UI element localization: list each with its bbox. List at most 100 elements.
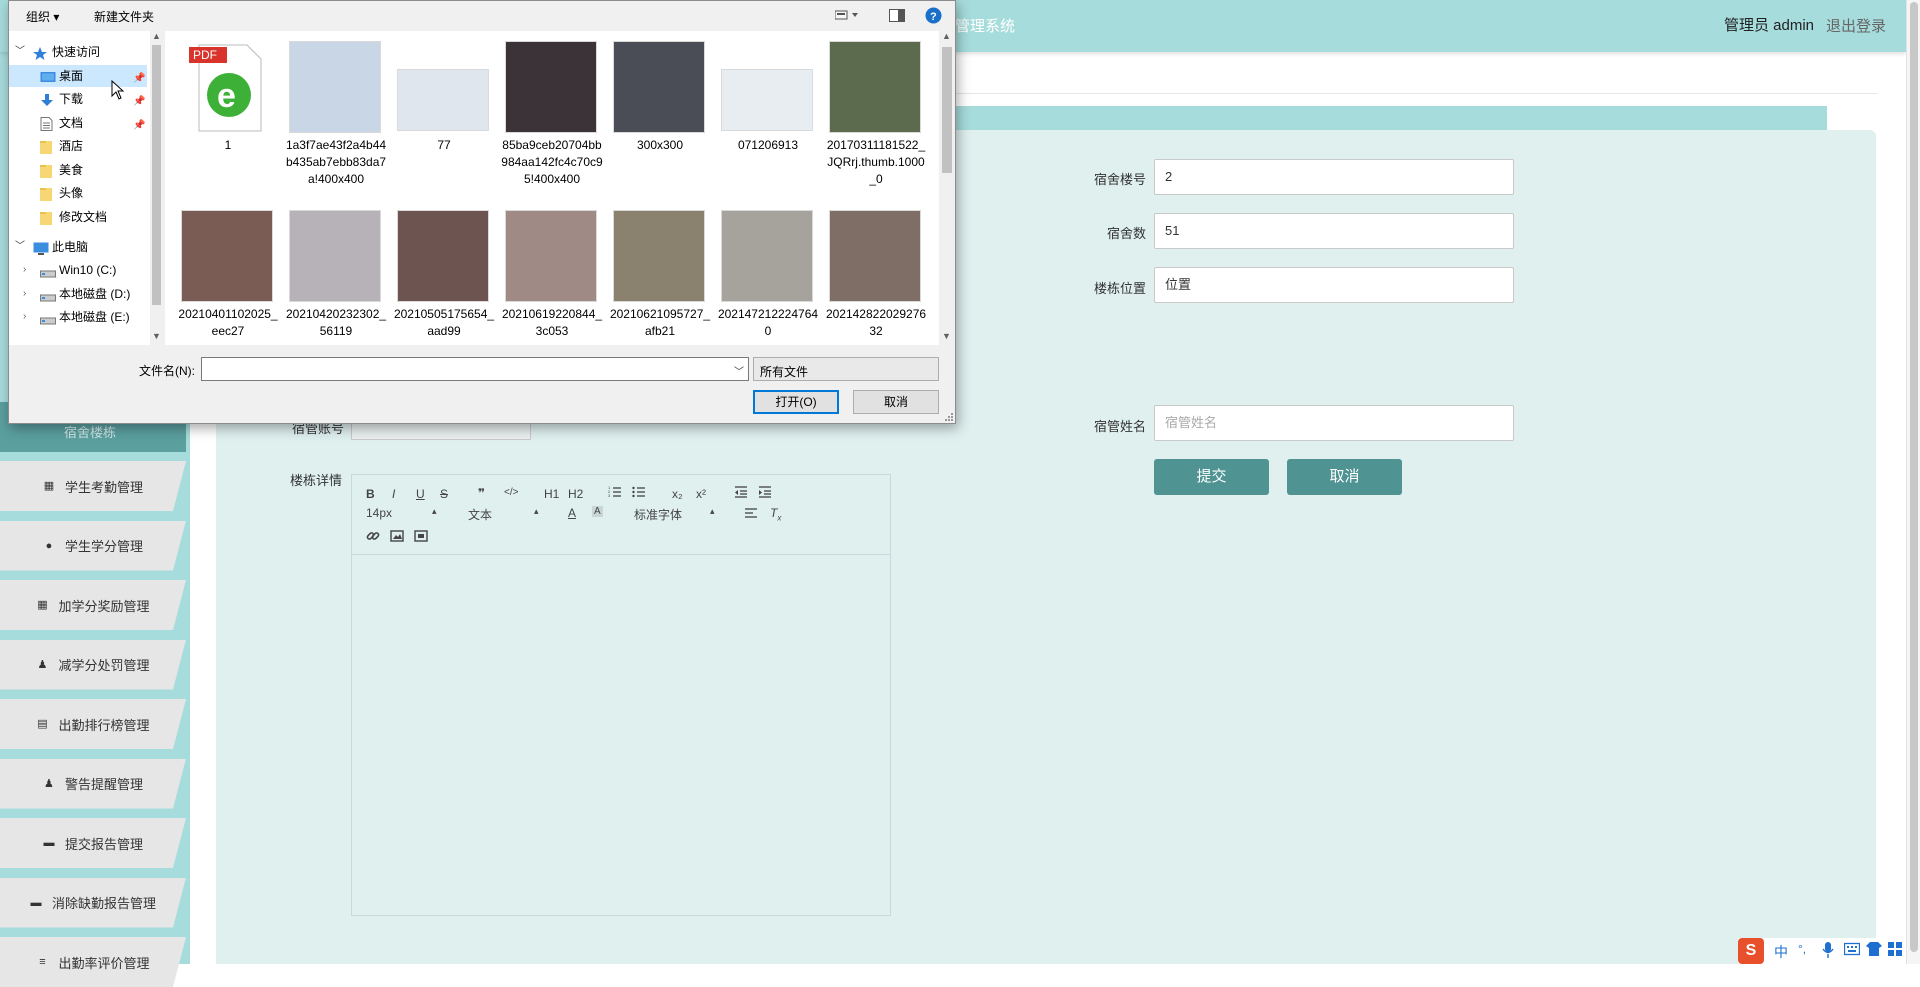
files-scrollbar[interactable]: ▲ ▼ <box>939 31 955 345</box>
outdent-icon[interactable] <box>734 485 748 499</box>
open-button[interactable]: 打开(O) <box>753 390 839 414</box>
nav-item[interactable]: › 本地磁盘 (D:) <box>9 283 147 305</box>
nav-item[interactable]: 桌面 📌 <box>9 65 147 87</box>
sidebar-item-label: 出勤率评价管理 <box>58 955 150 971</box>
code-block-button[interactable]: </> <box>504 487 518 498</box>
navigation-scrollbar-thumb[interactable] <box>152 45 161 305</box>
sidebar-item[interactable]: ♟ 警告提醒管理 <box>0 758 186 809</box>
nav-item[interactable]: › 本地磁盘 (E:) <box>9 306 147 328</box>
nav-item[interactable]: 酒店 <box>9 135 147 157</box>
nav-item-label: 本地磁盘 (E:) <box>59 310 130 324</box>
nav-item[interactable]: › Win10 (C:) <box>9 259 147 281</box>
form-label-location: 楼栋位置 <box>1093 281 1146 296</box>
video-icon[interactable] <box>414 529 428 543</box>
file-name: 20210401102025_eec27 <box>178 307 278 338</box>
filename-history-chevron-icon[interactable]: ﹀ <box>734 363 744 378</box>
sidebar-item[interactable]: ▦ 加学分奖励管理 <box>0 580 186 630</box>
subscript-button[interactable]: x₂ <box>672 487 683 501</box>
ime-mic-icon[interactable] <box>1822 942 1834 961</box>
manager-name-input[interactable]: 宿管姓名 <box>1154 405 1514 441</box>
heading2-button[interactable]: H2 <box>568 487 583 501</box>
flag-icon: ▬ <box>43 837 55 849</box>
grid-icon: ▦ <box>43 480 55 492</box>
sidebar-item[interactable]: ● 学生学分管理 <box>0 520 186 571</box>
files-scroll-up-arrow-icon[interactable]: ▲ <box>942 31 951 41</box>
room-count-input[interactable]: 51 <box>1154 213 1514 249</box>
text-type-select[interactable]: 文本 ▴ <box>468 506 544 523</box>
editor-content-area[interactable] <box>352 556 890 915</box>
collapse-chevron-icon[interactable]: › <box>23 283 26 305</box>
font-color-icon[interactable]: A <box>568 506 576 520</box>
expand-chevron-icon[interactable]: ﹀ <box>15 41 25 63</box>
building-no-input[interactable]: 2 <box>1154 159 1514 195</box>
nav-item[interactable]: ﹀ 此电脑 <box>9 236 147 258</box>
sidebar-item[interactable]: ▤ 出勤排行榜管理 <box>0 699 186 749</box>
files-scrollbar-thumb[interactable] <box>942 47 952 173</box>
font-family-select[interactable]: 标准字体 ▴ <box>634 506 720 523</box>
background-color-icon[interactable]: A <box>592 506 603 517</box>
ordered-list-icon[interactable]: 123 <box>608 485 622 499</box>
nav-item[interactable]: ﹀ 快速访问 <box>9 41 147 63</box>
nav-item[interactable]: 头像 <box>9 182 147 204</box>
sidebar-item[interactable]: ♟ 减学分处罚管理 <box>0 639 186 690</box>
align-icon[interactable] <box>744 506 758 520</box>
font-size-select[interactable]: 14px ▴ <box>366 506 442 520</box>
bold-button[interactable]: B <box>366 487 375 501</box>
italic-button[interactable]: I <box>392 487 395 501</box>
page-scrollbar-thumb[interactable] <box>1910 2 1918 952</box>
superscript-button[interactable]: x² <box>696 487 706 501</box>
dialog-cancel-button[interactable]: 取消 <box>853 390 939 414</box>
image-icon[interactable] <box>390 529 404 543</box>
location-input[interactable]: 位置 <box>1154 267 1514 303</box>
ime-toolbox-icon[interactable] <box>1888 942 1902 959</box>
blockquote-button[interactable]: ❞ <box>478 486 485 500</box>
strike-button[interactable]: S <box>440 487 448 501</box>
logout-link[interactable]: 退出登录 <box>1826 15 1886 36</box>
collapse-chevron-icon[interactable]: › <box>23 259 26 281</box>
nav-item[interactable]: 美食 <box>9 159 147 181</box>
file-type-select[interactable]: 所有文件 ﹀ <box>753 357 939 381</box>
ime-logo-icon[interactable]: S <box>1738 938 1764 964</box>
breadcrumb-bar <box>955 58 1877 94</box>
underline-button[interactable]: U <box>416 487 425 501</box>
heading1-button[interactable]: H1 <box>544 487 559 501</box>
expand-chevron-icon[interactable]: ﹀ <box>15 236 25 258</box>
pin-icon: 📌 <box>133 120 146 131</box>
ime-language-toggle[interactable]: 中 <box>1774 942 1788 962</box>
image-thumbnail <box>829 41 921 133</box>
view-options-icon[interactable] <box>834 9 861 24</box>
text-type-chevron-icon: ▴ <box>534 506 539 516</box>
new-folder-button[interactable]: 新建文件夹 <box>94 8 154 25</box>
desktop-icon <box>40 69 56 82</box>
scroll-up-arrow-icon[interactable]: ▲ <box>152 31 161 41</box>
nav-item[interactable]: 文档 📌 <box>9 112 147 134</box>
sidebar-item[interactable]: ▦ 学生考勤管理 <box>0 461 186 511</box>
sidebar-item[interactable]: ≡ 出勤率评价管理 <box>0 937 186 987</box>
cancel-button[interactable]: 取消 <box>1287 459 1402 495</box>
clear-format-icon[interactable]: Tx <box>770 506 781 522</box>
ime-keyboard-icon[interactable] <box>1843 942 1861 959</box>
files-scroll-down-arrow-icon[interactable]: ▼ <box>942 331 951 341</box>
link-icon[interactable] <box>366 529 380 543</box>
file-name: 85ba9ceb20704bb984aa142fc4c70c95!400x400 <box>501 138 603 186</box>
indent-icon[interactable] <box>758 485 772 499</box>
navigation-scrollbar[interactable]: ▲ ▼ <box>150 31 163 345</box>
header-strip <box>955 106 1827 130</box>
sidebar-item[interactable]: ▬ 提交报告管理 <box>0 818 186 868</box>
sidebar-item[interactable]: ▬ 消除缺勤报告管理 <box>0 877 186 928</box>
nav-item[interactable]: 下载 📌 <box>9 88 147 110</box>
help-icon[interactable]: ? <box>925 7 942 27</box>
preview-pane-icon[interactable] <box>889 9 905 25</box>
nav-item[interactable]: 修改文档 <box>9 206 147 228</box>
bullet-list-icon[interactable] <box>632 485 646 499</box>
page-scrollbar[interactable] <box>1906 0 1920 964</box>
ime-punctuation-toggle[interactable]: °, <box>1798 942 1806 956</box>
file-open-dialog: 组织 ▾ 新建文件夹 ? ﹀ 快速访问 桌面 📌 下载 📌 文档 📌 酒店 美食 头像 修改文档 ﹀ 此电… <box>8 0 956 424</box>
collapse-chevron-icon[interactable]: › <box>23 306 26 328</box>
ime-skin-icon[interactable] <box>1866 942 1882 959</box>
scroll-down-arrow-icon[interactable]: ▼ <box>152 331 161 341</box>
organize-button[interactable]: 组织 ▾ <box>26 8 59 25</box>
submit-button[interactable]: 提交 <box>1154 459 1269 495</box>
filename-input[interactable]: ﹀ <box>201 357 749 381</box>
resize-grip-icon[interactable] <box>943 411 953 421</box>
